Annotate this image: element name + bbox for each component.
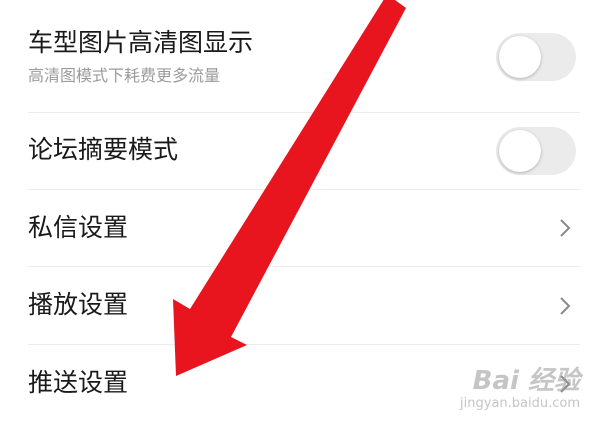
setting-hd-images-subtitle: 高清图模式下耗费更多流量 (28, 66, 221, 85)
setting-private-message[interactable]: 私信设置 (0, 190, 600, 266)
chevron-right-icon (560, 219, 571, 237)
hd-images-toggle[interactable] (496, 33, 576, 81)
setting-hd-images-title: 车型图片高清图显示 (28, 28, 254, 57)
forum-summary-toggle[interactable] (496, 127, 576, 175)
settings-list: 车型图片高清图显示 高清图模式下耗费更多流量 论坛摘要模式 私信设置 播放设置 … (0, 0, 600, 422)
setting-forum-summary-title: 论坛摘要模式 (28, 135, 179, 164)
toggle-knob (499, 36, 541, 78)
setting-playback-title: 播放设置 (28, 290, 129, 319)
setting-forum-summary[interactable]: 论坛摘要模式 (0, 113, 600, 189)
chevron-right-icon (560, 297, 571, 315)
setting-playback[interactable]: 播放设置 (0, 267, 600, 344)
watermark-brand: Bai 经验 (472, 366, 580, 396)
watermark-site: jingyan.baidu.com (460, 396, 580, 411)
setting-hd-images[interactable]: 车型图片高清图显示 高清图模式下耗费更多流量 (0, 0, 600, 112)
baidu-watermark: Bai 经验 jingyan.baidu.com (460, 366, 580, 412)
toggle-knob (499, 130, 541, 172)
setting-private-message-title: 私信设置 (28, 213, 129, 242)
setting-push-title: 推送设置 (28, 368, 129, 397)
